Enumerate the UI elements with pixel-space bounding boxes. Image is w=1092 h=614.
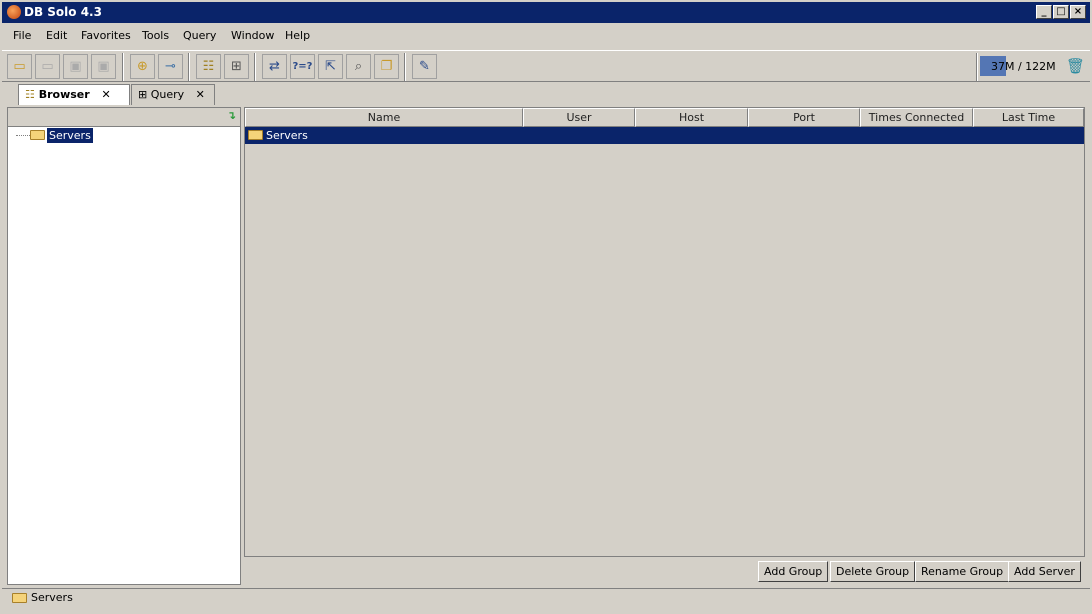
folder-icon [248,130,263,140]
table-row[interactable]: Servers [245,127,1084,144]
tab-query[interactable]: ⊞ Query ✕ [131,84,215,105]
memory-indicator[interactable]: 37M / 122M [980,55,1068,77]
close-button[interactable]: × [1070,5,1086,19]
open-disabled-icon[interactable]: ▭ [35,54,60,79]
app-logo-icon [7,5,21,19]
save-as-icon[interactable]: ▣ [91,54,116,79]
column-header-port[interactable]: Port [748,108,860,127]
tab-browser[interactable]: ☷ Browser ✕ [18,84,130,105]
status-bar: Servers [2,588,1090,608]
tab-label: Browser [38,88,90,101]
copy-icon[interactable]: ❐ [374,54,399,79]
toolbar-separator [404,53,406,81]
menu-edit[interactable]: Edit [46,29,67,42]
tree-header: ↴ [8,108,240,127]
folder-icon [12,593,27,603]
tab-close-icon[interactable]: ✕ [102,88,111,101]
toolbar-separator [254,53,256,81]
delete-group-button[interactable]: Delete Group [830,561,916,582]
tree-line [16,135,30,136]
add-group-button[interactable]: Add Group [758,561,829,582]
menu-help[interactable]: Help [285,29,310,42]
row-name: Servers [266,129,308,142]
connect-icon[interactable]: ⊸ [158,54,183,79]
menu-bar: File Edit Favorites Tools Query Window H… [2,25,1090,47]
column-header-host[interactable]: Host [635,108,748,127]
export-icon[interactable]: ⇱ [318,54,343,79]
toolbar-separator [188,53,190,81]
window-title: DB Solo 4.3 [24,5,102,19]
menu-query[interactable]: Query [183,29,216,42]
menu-favorites[interactable]: Favorites [81,29,131,42]
add-server-button[interactable]: Add Server [1008,561,1081,582]
add-connection-icon[interactable]: ⊕ [130,54,155,79]
column-header-user[interactable]: User [523,108,635,127]
memory-label: 37M / 122M [991,60,1056,73]
tab-label: Query [150,88,185,101]
toolbar: ▭ ▭ ▣ ▣ ⊕ ⊸ ☷ ⊞ ⇄ ?=? ⇱ ⌕ ❐ ✎ [2,50,1090,82]
query-grid-icon[interactable]: ⊞ [224,54,249,79]
tree-browser-icon: ☷ [25,88,35,101]
edit-tree-icon[interactable]: ✎ [412,54,437,79]
save-icon[interactable]: ▣ [63,54,88,79]
minimize-button[interactable]: _ [1036,5,1052,19]
query-grid-icon: ⊞ [138,88,148,101]
rename-group-button[interactable]: Rename Group [915,561,1010,582]
column-header-times-connected[interactable]: Times Connected [860,108,973,127]
column-header-last-time-connected[interactable]: Last Time Connected [973,108,1084,141]
tree-node-servers[interactable]: Servers [47,128,93,143]
toolbar-separator [122,53,124,81]
garbage-collect-trash-icon[interactable]: 🗑 [1066,57,1085,75]
menu-file[interactable]: File [13,29,31,42]
menu-window[interactable]: Window [231,29,274,42]
title-bar: DB Solo 4.3 _ □ × [2,2,1090,23]
server-tree-panel: ↴ Servers [7,107,241,585]
search-icon[interactable]: ⌕ [346,54,371,79]
compare-icon[interactable]: ⇄ [262,54,287,79]
status-text: Servers [31,591,73,604]
tab-close-icon[interactable]: ✕ [196,88,205,101]
column-header-name[interactable]: Name [245,108,523,127]
toolbar-separator [976,53,978,81]
folder-icon [30,130,45,140]
question-icon[interactable]: ?=? [290,54,315,79]
maximize-button[interactable]: □ [1053,5,1069,19]
tree-browser-icon[interactable]: ☷ [196,54,221,79]
open-icon[interactable]: ▭ [7,54,32,79]
servers-table: Name User Host Port Times Connected Last… [244,107,1085,557]
menu-tools[interactable]: Tools [142,29,169,42]
refresh-arrow-icon[interactable]: ↴ [227,109,236,122]
